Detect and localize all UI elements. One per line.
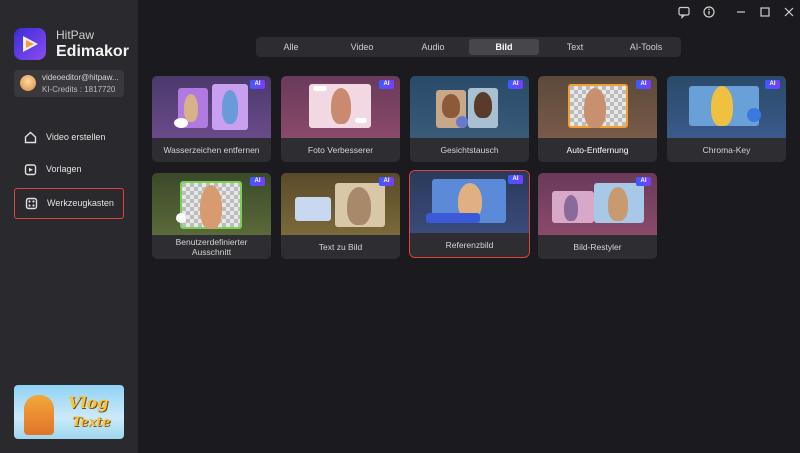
toolbox-icon <box>25 197 38 210</box>
tool-card-foto-verbesserer[interactable]: AI Foto Verbesserer <box>281 76 400 162</box>
promo-title: Vlog <box>68 393 109 412</box>
nav-item-werkzeugkasten[interactable]: Werkzeugkasten <box>14 188 124 219</box>
brand-name: Edimakor <box>56 43 129 60</box>
minimize-icon[interactable] <box>734 5 748 19</box>
close-icon[interactable] <box>782 5 796 19</box>
tool-card-referenzbild[interactable]: AI Referenzbild <box>409 170 530 258</box>
tool-card-text-zu-bild[interactable]: AI Text zu Bild <box>281 173 400 259</box>
nav-label: Werkzeugkasten <box>47 198 114 208</box>
tool-card-auto-entfernung[interactable]: AI Auto-Entfernung <box>538 76 657 162</box>
account-panel[interactable]: videoeditor@hitpaw... KI-Credits : 18177… <box>14 70 124 97</box>
tab-ai-tools[interactable]: AI-Tools <box>611 39 681 55</box>
tool-label: Referenzbild <box>445 240 494 250</box>
nav-item-video-erstellen[interactable]: Video erstellen <box>14 123 124 154</box>
avatar[interactable] <box>20 75 36 91</box>
ai-badge: AI <box>379 80 394 89</box>
nav-item-vorlagen[interactable]: Vorlagen <box>14 155 124 186</box>
tool-label: Gesichtstausch <box>440 145 499 155</box>
maximize-icon[interactable] <box>758 5 772 19</box>
feedback-icon[interactable] <box>677 5 691 19</box>
tool-card-wasserzeichen-entfernen[interactable]: AI Wasserzeichen entfernen <box>152 76 271 162</box>
ai-badge: AI <box>636 177 651 186</box>
nav-label: Video erstellen <box>46 132 106 142</box>
ai-badge: AI <box>765 80 780 89</box>
tab-alle[interactable]: Alle <box>256 39 326 55</box>
ai-badge: AI <box>250 80 265 89</box>
account-email: videoeditor@hitpaw... <box>42 73 119 82</box>
sidebar: HitPaw Edimakor videoeditor@hitpaw... KI… <box>0 0 138 453</box>
promo-subtitle: Texte <box>72 415 111 430</box>
home-icon <box>24 131 37 144</box>
ai-badge: AI <box>508 80 523 89</box>
info-icon[interactable] <box>702 5 716 19</box>
ai-badge: AI <box>379 177 394 186</box>
play-icon <box>24 164 37 176</box>
tool-card-bild-restyler[interactable]: AI Bild-Restyler <box>538 173 657 259</box>
tab-video[interactable]: Video <box>327 39 397 55</box>
promo-banner-vlog-texte[interactable]: Vlog Texte <box>14 385 124 439</box>
tool-label: Chroma-Key <box>702 145 751 155</box>
nav-label: Vorlagen <box>46 164 82 174</box>
tool-label: Auto-Entfernung <box>566 145 629 155</box>
tool-label: Text zu Bild <box>318 242 363 252</box>
ai-badge: AI <box>636 80 651 89</box>
brand-name-small: HitPaw <box>56 28 95 42</box>
tab-audio[interactable]: Audio <box>398 39 468 55</box>
tool-label: Bild-Restyler <box>573 242 622 252</box>
tool-card-gesichtstausch[interactable]: AI Gesichtstausch <box>410 76 529 162</box>
tool-label: Wasserzeichen entfernen <box>163 145 260 155</box>
ai-credits: KI-Credits : 1817720 <box>42 85 116 94</box>
category-tabs: Alle Video Audio Bild Text AI-Tools <box>256 37 681 57</box>
app-logo <box>14 28 46 60</box>
tool-label: Foto Verbesserer <box>307 145 374 155</box>
tool-label: Benutzerdefinierter Ausschnitt <box>175 237 248 257</box>
ai-badge: AI <box>508 175 523 184</box>
tool-card-chroma-key[interactable]: AI Chroma-Key <box>667 76 786 162</box>
tab-text[interactable]: Text <box>540 39 610 55</box>
tab-bild[interactable]: Bild <box>469 39 539 55</box>
tool-card-benutzerdefinierter-ausschnitt[interactable]: AI Benutzerdefinierter Ausschnitt <box>152 173 271 259</box>
promo-figure <box>24 395 54 435</box>
ai-badge: AI <box>250 177 265 186</box>
